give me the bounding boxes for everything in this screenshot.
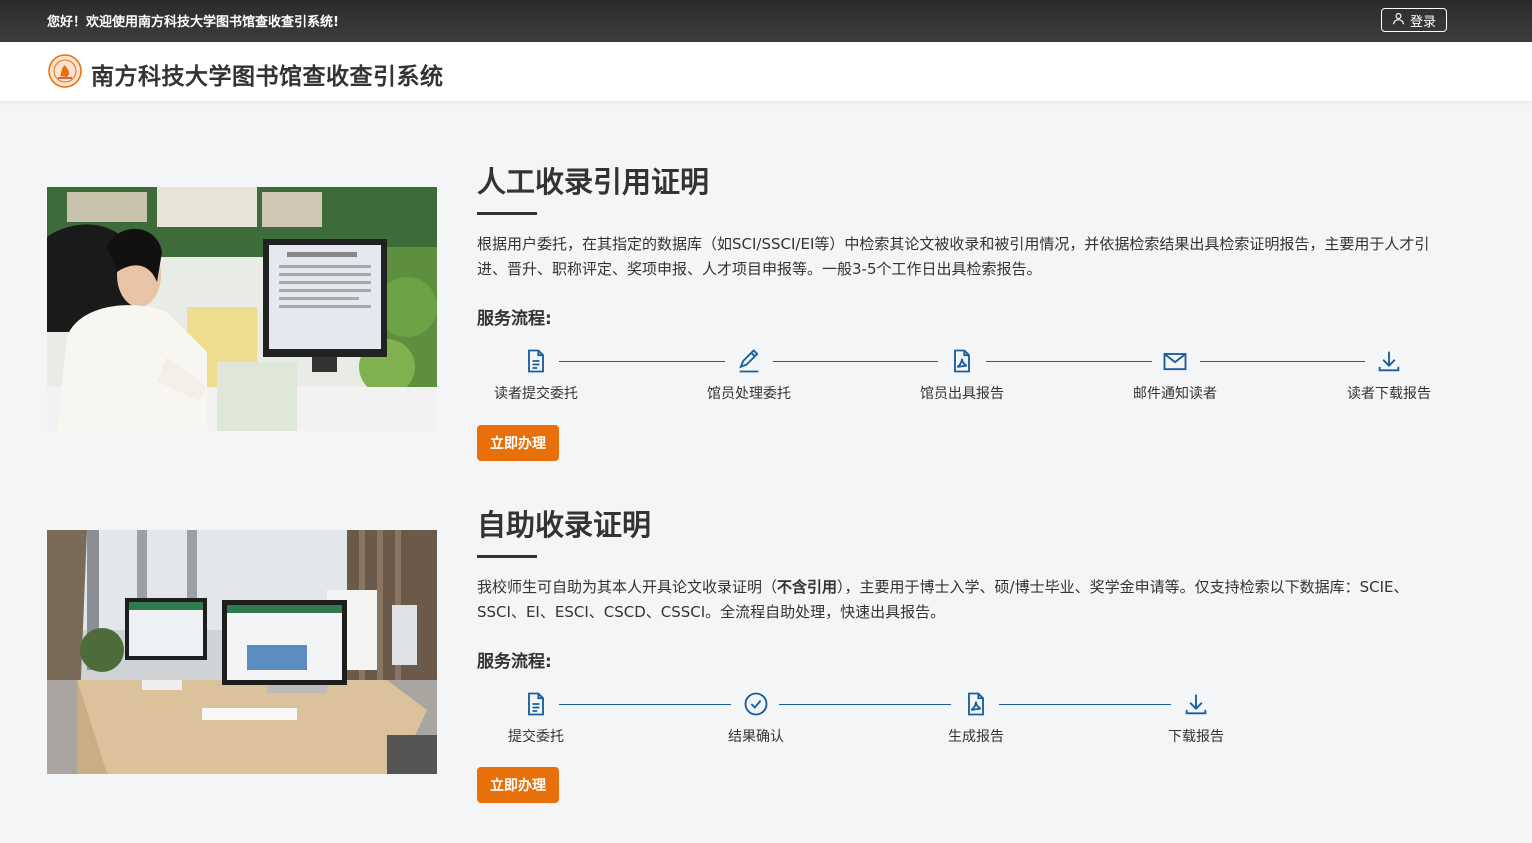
description-text: 我校师生可自助为其本人开具论文收录证明（ — [477, 578, 778, 596]
top-bar: 您好！欢迎使用南方科技大学图书馆查收查引系统! 登录 — [0, 0, 1532, 42]
section-description: 根据用户委托，在其指定的数据库（如SCI/SSCI/EI等）中检索其论文被收录和… — [477, 235, 1430, 278]
login-button[interactable]: 登录 — [1381, 8, 1447, 32]
description-emphasis: 不含引用 — [777, 578, 838, 596]
flow-step: 下载报告 — [1136, 682, 1256, 746]
apply-manual-button[interactable]: 立即办理 — [477, 425, 559, 461]
document-icon — [522, 347, 550, 375]
flow-step: 生成报告 — [916, 682, 1036, 746]
service-flow: 读者提交委托 馆员处理委托 馆员出具报告 邮件通知读者 读者下载报告 — [477, 339, 1457, 409]
librarian-photo — [47, 187, 437, 431]
download-icon — [1375, 347, 1403, 375]
flow-label: 服务流程: — [477, 309, 552, 329]
pencil-icon — [735, 347, 763, 375]
site-title[interactable]: 南方科技大学图书馆查收查引系统 — [91, 57, 444, 91]
title-underline — [477, 212, 537, 215]
title-underline — [477, 555, 537, 558]
document-icon — [522, 690, 550, 718]
pdf-icon — [948, 347, 976, 375]
step-label: 馆员处理委托 — [707, 386, 791, 402]
self-service-section: 自助收录证明 我校师生可自助为其本人开具论文收录证明（不含引用），主要用于博士入… — [477, 503, 1457, 752]
self-service-photo — [47, 530, 437, 774]
section-description: 我校师生可自助为其本人开具论文收录证明（不含引用），主要用于博士入学、硕/博士毕… — [477, 575, 1447, 625]
step-label: 提交委托 — [508, 729, 564, 745]
step-label: 读者下载报告 — [1347, 386, 1431, 402]
flow-step: 结果确认 — [696, 682, 816, 746]
service-flow: 提交委托 结果确认 生成报告 下载报告 — [477, 682, 1457, 752]
manual-service-section: 人工收录引用证明 根据用户委托，在其指定的数据库（如SCI/SSCI/EI等）中… — [477, 160, 1457, 409]
welcome-text: 您好！欢迎使用南方科技大学图书馆查收查引系统! — [47, 15, 339, 30]
flow-step: 提交委托 — [476, 682, 596, 746]
login-label: 登录 — [1409, 14, 1436, 30]
apply-self-service-button[interactable]: 立即办理 — [477, 767, 559, 803]
site-header: 南方科技大学图书馆查收查引系统 — [0, 42, 1532, 101]
step-label: 读者提交委托 — [494, 386, 578, 402]
flow-step: 馆员处理委托 — [689, 339, 809, 403]
check-circle-icon — [742, 690, 770, 718]
mail-icon — [1161, 347, 1189, 375]
step-label: 邮件通知读者 — [1133, 386, 1217, 402]
flow-label: 服务流程: — [477, 652, 552, 672]
download-icon — [1182, 690, 1210, 718]
step-label: 生成报告 — [948, 729, 1004, 745]
flow-step: 读者提交委托 — [476, 339, 596, 403]
section-title: 人工收录引用证明 — [477, 165, 710, 199]
section-title: 自助收录证明 — [477, 508, 652, 542]
pdf-icon — [962, 690, 990, 718]
university-logo[interactable] — [48, 54, 82, 88]
flow-step: 读者下载报告 — [1329, 339, 1449, 403]
flow-step: 馆员出具报告 — [902, 339, 1022, 403]
step-label: 馆员出具报告 — [920, 386, 1004, 402]
flow-step: 邮件通知读者 — [1115, 339, 1235, 403]
step-label: 结果确认 — [728, 729, 784, 745]
step-label: 下载报告 — [1168, 729, 1224, 745]
user-icon — [1392, 12, 1405, 29]
